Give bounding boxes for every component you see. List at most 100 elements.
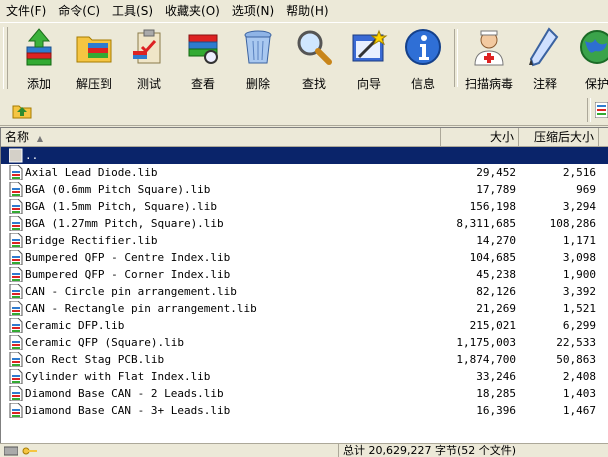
view-mode-icon[interactable] [595,102,608,118]
toolbar-grip[interactable] [3,27,8,89]
file-name: Bumpered QFP - Centre Index.lib [25,251,231,264]
menu-help[interactable]: 帮助(H) [280,0,334,22]
doctor-icon [474,30,504,66]
scan-virus-button[interactable]: 扫描病毒 [460,25,518,93]
status-total: 总计 20,629,227 字节(52 个文件) [343,444,517,457]
magnifier-icon [297,30,332,65]
info-icon [405,29,441,65]
add-button[interactable]: 添加 [12,25,66,93]
file-row[interactable]: BGA (1.27mm Pitch, Square).lib 8,311,685 1… [1,215,608,232]
file-row[interactable]: Diamond Base CAN - 3+ Leads.lib 16,396 1,4… [1,402,608,419]
menu-commands[interactable]: 命令(C) [52,0,106,22]
file-packed-size: 2,516 [562,166,596,179]
find-button[interactable]: 查找 [286,25,342,93]
file-row[interactable]: BGA (1.5mm Pitch, Square).lib 156,198 3,29… [1,198,608,215]
file-size: 1,175,003 [456,336,516,349]
up-folder-icon[interactable] [12,101,32,119]
info-label: 信息 [410,77,435,91]
comment-button[interactable]: 注释 [518,25,572,93]
address-bar [0,95,608,126]
file-name: CAN - Circle pin arrangement.lib [25,285,237,298]
file-size: 21,269 [476,302,516,315]
scan-virus-label: 扫描病毒 [464,77,513,91]
protect-label: 保护 [584,77,608,91]
file-packed-size: 3,294 [562,200,596,213]
file-row[interactable]: Diamond Base CAN - 2 Leads.lib 18,285 1,40… [1,385,608,402]
column-size[interactable]: 大小 [441,128,519,146]
file-row[interactable]: Axial Lead Diode.lib 29,452 2,516 [1,164,608,181]
file-size: 1,874,700 [456,353,516,366]
file-packed-size: 2,408 [562,370,596,383]
file-name: Bumpered QFP - Corner Index.lib [25,268,231,281]
file-name: Ceramic DFP.lib [25,319,125,332]
archive-file-icon [9,403,23,418]
file-size: 156,198 [469,200,516,213]
find-label: 查找 [301,77,326,91]
file-row[interactable]: CAN - Rectangle pin arrangement.lib 21,26… [1,300,608,317]
file-size: 82,126 [476,285,516,298]
status-divider [338,444,339,457]
file-packed-size: 969 [576,183,596,196]
menu-tools[interactable]: 工具(S) [106,0,159,22]
wizard-wand-icon [352,29,388,62]
file-row[interactable]: Ceramic DFP.lib 215,021 6,299 [1,317,608,334]
column-more[interactable] [599,128,608,146]
archive-file-icon [9,352,23,367]
menu-options[interactable]: 选项(N) [226,0,280,22]
menu-favorites[interactable]: 收藏夹(O) [159,0,226,22]
file-size: 215,021 [469,319,516,332]
file-size: 45,238 [476,268,516,281]
archive-file-icon [9,386,23,401]
archive-file-icon [9,216,23,231]
comment-pen-icon [529,27,559,67]
delete-button[interactable]: 删除 [230,25,286,93]
file-packed-size: 50,863 [556,353,596,366]
status-bar: 总计 20,629,227 字节(52 个文件) [0,443,608,457]
column-packed[interactable]: 压缩后大小 [519,128,599,146]
info-button[interactable]: 信息 [396,25,450,93]
trash-can-icon [244,30,272,64]
test-button[interactable]: 测试 [122,25,176,93]
key-icon [22,447,37,455]
column-size-label: 大小 [489,130,514,144]
menu-file[interactable]: 文件(F) [0,0,52,22]
file-packed-size: 3,098 [562,251,596,264]
file-name: Ceramic QFP (Square).lib [25,336,184,349]
file-name: Diamond Base CAN - 3+ Leads.lib [25,404,231,417]
file-row[interactable]: Con Rect Stag PCB.lib 1,874,700 50,863 [1,351,608,368]
file-size: 104,685 [469,251,516,264]
protect-button[interactable]: 保护 [572,25,608,93]
file-list: 名称 ▲ 大小 压缩后大小 .. Axial Lead Diode.lib 29,… [0,127,608,443]
file-row[interactable]: BGA (0.6mm Pitch Square).lib 17,789 969 [1,181,608,198]
file-size: 17,789 [476,183,516,196]
file-row[interactable]: Bridge Rectifier.lib 14,270 1,171 [1,232,608,249]
file-row[interactable]: Ceramic QFP (Square).lib 1,175,003 22,533 [1,334,608,351]
menu-bar: 文件(F) 命令(C) 工具(S) 收藏夹(O) 选项(N) 帮助(H) [0,0,608,22]
file-row[interactable]: Bumpered QFP - Corner Index.lib 45,238 1,9… [1,266,608,283]
file-packed-size: 1,521 [562,302,596,315]
file-name: CAN - Rectangle pin arrangement.lib [25,302,257,315]
archive-file-icon [9,284,23,299]
file-name: Cylinder with Flat Index.lib [25,370,211,383]
view-button[interactable]: 查看 [176,25,230,93]
wizard-button[interactable]: 向导 [342,25,396,93]
file-row[interactable]: Bumpered QFP - Centre Index.lib 104,685 3,… [1,249,608,266]
file-size: 14,270 [476,234,516,247]
column-name[interactable]: 名称 ▲ [1,128,441,146]
file-name: BGA (0.6mm Pitch Square).lib [25,183,211,196]
file-name: Bridge Rectifier.lib [25,234,158,247]
add-archive-icon [26,28,52,66]
file-row[interactable]: Cylinder with Flat Index.lib 33,246 2,408 [1,368,608,385]
parent-folder-row[interactable]: .. [1,147,608,164]
extract-folder-icon [76,36,112,63]
file-packed-size: 1,403 [562,387,596,400]
extract-to-button[interactable]: 解压到 [66,25,122,93]
file-size: 33,246 [476,370,516,383]
file-packed-size: 3,392 [562,285,596,298]
column-name-label: 名称 [5,130,30,144]
file-name: BGA (1.27mm Pitch, Square).lib [25,217,224,230]
file-row[interactable]: CAN - Circle pin arrangement.lib 82,126 3,… [1,283,608,300]
parent-folder-icon [9,148,23,163]
view-label: 查看 [190,77,215,91]
file-size: 18,285 [476,387,516,400]
